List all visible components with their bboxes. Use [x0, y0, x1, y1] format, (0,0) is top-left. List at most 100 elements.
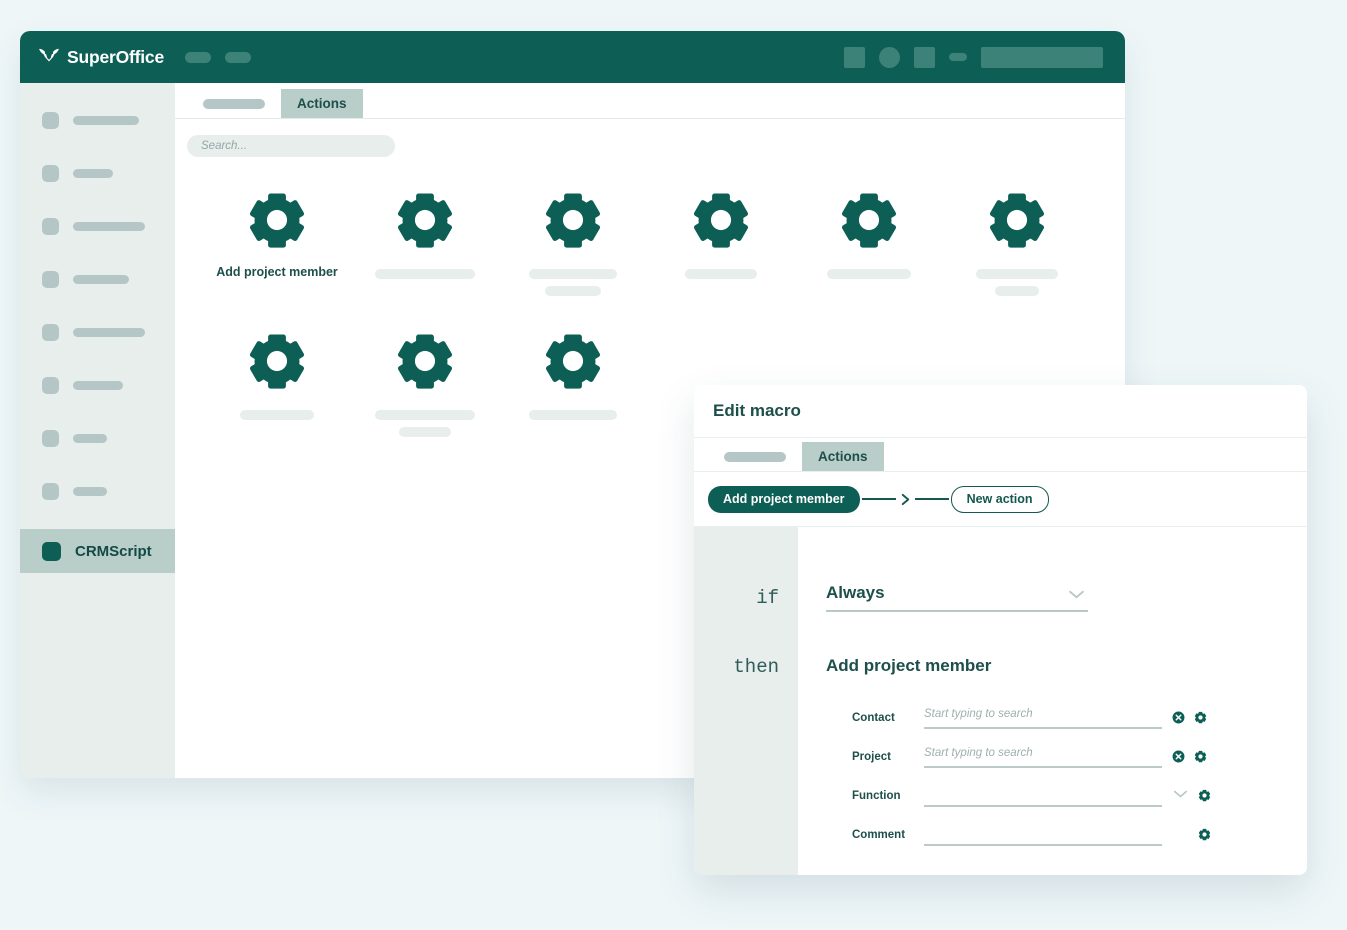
placeholder-bar: [240, 410, 314, 420]
condition-dropdown[interactable]: Always: [826, 583, 1088, 612]
search-row: Search...: [175, 119, 1125, 157]
arrow-right-icon: [901, 493, 909, 505]
gear-icon[interactable]: [1194, 711, 1207, 724]
header-search-bar[interactable]: [981, 46, 1103, 68]
main-tabstrip: Actions: [175, 83, 1125, 119]
comment-input[interactable]: [924, 825, 1162, 846]
clear-icon[interactable]: [1172, 711, 1185, 724]
main-tab-actions[interactable]: Actions: [281, 89, 363, 118]
condition-underline: [826, 610, 1088, 612]
sidebar-item-crmscript[interactable]: CRMScript: [20, 529, 175, 573]
grid-item-9[interactable]: [499, 330, 647, 437]
grid-item-4[interactable]: [647, 189, 795, 296]
sidebar-item-1[interactable]: [20, 105, 175, 135]
dialog-fields: Always Add project member Contact Start …: [798, 527, 1307, 875]
chevron-down-icon: [1069, 590, 1084, 599]
dialog-title: Edit macro: [713, 401, 801, 420]
field-underline: [924, 805, 1162, 807]
gear-icon: [249, 334, 305, 389]
gear-icon: [545, 193, 601, 248]
square-icon: [42, 164, 59, 182]
gear-icon[interactable]: [1194, 750, 1207, 763]
grid-item-7[interactable]: [203, 330, 351, 437]
sidebar-item-2[interactable]: [20, 158, 175, 188]
brand-name: SuperOffice: [67, 46, 164, 67]
header-right-tools: [844, 46, 1103, 68]
square-icon: [42, 323, 59, 341]
field-underline: [924, 844, 1162, 846]
field-icons: [1172, 711, 1207, 729]
grid-item-6[interactable]: [943, 189, 1091, 296]
sidebar-item-7[interactable]: [20, 423, 175, 453]
gear-icon: [249, 193, 305, 248]
field-label: Function: [852, 789, 901, 802]
grid-item-label-placeholder: [976, 269, 1058, 296]
header-square-icon-1[interactable]: [844, 46, 865, 68]
placeholder-bar: [399, 427, 451, 437]
sidebar-item-4[interactable]: [20, 264, 175, 294]
grid-item-5[interactable]: [795, 189, 943, 296]
gear-icon: [841, 193, 897, 248]
field-underline: [924, 727, 1162, 729]
header-pill-2[interactable]: [225, 51, 251, 63]
square-icon: [42, 111, 59, 129]
sidebar-item-5[interactable]: [20, 317, 175, 347]
gear-icon: [989, 193, 1045, 248]
sidebar: CRMScript: [20, 83, 175, 778]
superoffice-owl-logo: [39, 48, 59, 62]
app-header: SuperOffice: [20, 31, 1125, 83]
sidebar-item-6[interactable]: [20, 370, 175, 400]
dialog-tab-placeholder[interactable]: [708, 442, 802, 471]
sidebar-item-label-placeholder: [73, 274, 129, 284]
square-icon: [42, 482, 59, 500]
grid-item-8[interactable]: [351, 330, 499, 437]
header-square-icon-2[interactable]: [914, 46, 935, 68]
brand[interactable]: SuperOffice: [38, 47, 164, 68]
sidebar-item-label-placeholder: [73, 221, 145, 231]
connector-line-left: [861, 498, 896, 500]
gear-icon: [397, 193, 453, 248]
gear-icon: [693, 193, 749, 248]
grid-item-label: Add project member: [216, 265, 338, 279]
header-pill-1[interactable]: [185, 51, 211, 63]
tab-label-placeholder: [724, 451, 786, 462]
square-icon: [42, 217, 59, 235]
sidebar-item-3[interactable]: [20, 211, 175, 241]
square-icon: [42, 376, 59, 394]
search-input[interactable]: Search...: [187, 135, 395, 157]
field-label: Project: [852, 750, 891, 763]
grid-item-label-placeholder: [375, 269, 475, 279]
function-select[interactable]: [924, 786, 1162, 807]
keyword-then: then: [733, 656, 779, 678]
contact-input[interactable]: Start typing to search: [924, 708, 1162, 729]
sidebar-item-8[interactable]: [20, 476, 175, 506]
dialog-title-row: Edit macro: [694, 385, 1307, 437]
clear-icon[interactable]: [1172, 750, 1185, 763]
field-placeholder: Start typing to search: [924, 708, 1033, 720]
header-circle-icon[interactable]: [879, 46, 900, 68]
main-tab-placeholder[interactable]: [187, 89, 281, 118]
flow-step-new-action[interactable]: New action: [950, 485, 1049, 513]
gear-icon[interactable]: [1198, 828, 1211, 841]
sidebar-item-label-placeholder: [73, 380, 123, 390]
grid-item-label-placeholder: [827, 269, 911, 279]
project-input[interactable]: Start typing to search: [924, 747, 1162, 768]
gear-icon[interactable]: [1198, 789, 1211, 802]
chevron-down-icon[interactable]: [1172, 789, 1189, 799]
flow-connector: [861, 493, 949, 506]
field-label: Comment: [852, 828, 906, 841]
placeholder-bar: [545, 286, 601, 296]
field-row-project: Project Start typing to search: [852, 729, 1307, 768]
placeholder-bar: [685, 269, 757, 279]
grid-item-add-project-member[interactable]: Add project member: [203, 189, 351, 296]
header-dash-icon[interactable]: [949, 53, 967, 61]
placeholder-bar: [375, 269, 475, 279]
grid-item-3[interactable]: [499, 189, 647, 296]
grid-item-2[interactable]: [351, 189, 499, 296]
dialog-tab-actions[interactable]: Actions: [802, 442, 884, 471]
macro-flow-row: Add project member New action: [694, 472, 1307, 527]
action-title: Add project member: [826, 655, 992, 675]
flow-step-current[interactable]: Add project member: [708, 485, 860, 513]
sidebar-item-label-placeholder: [73, 168, 113, 178]
grid-item-label-placeholder: [685, 269, 757, 279]
